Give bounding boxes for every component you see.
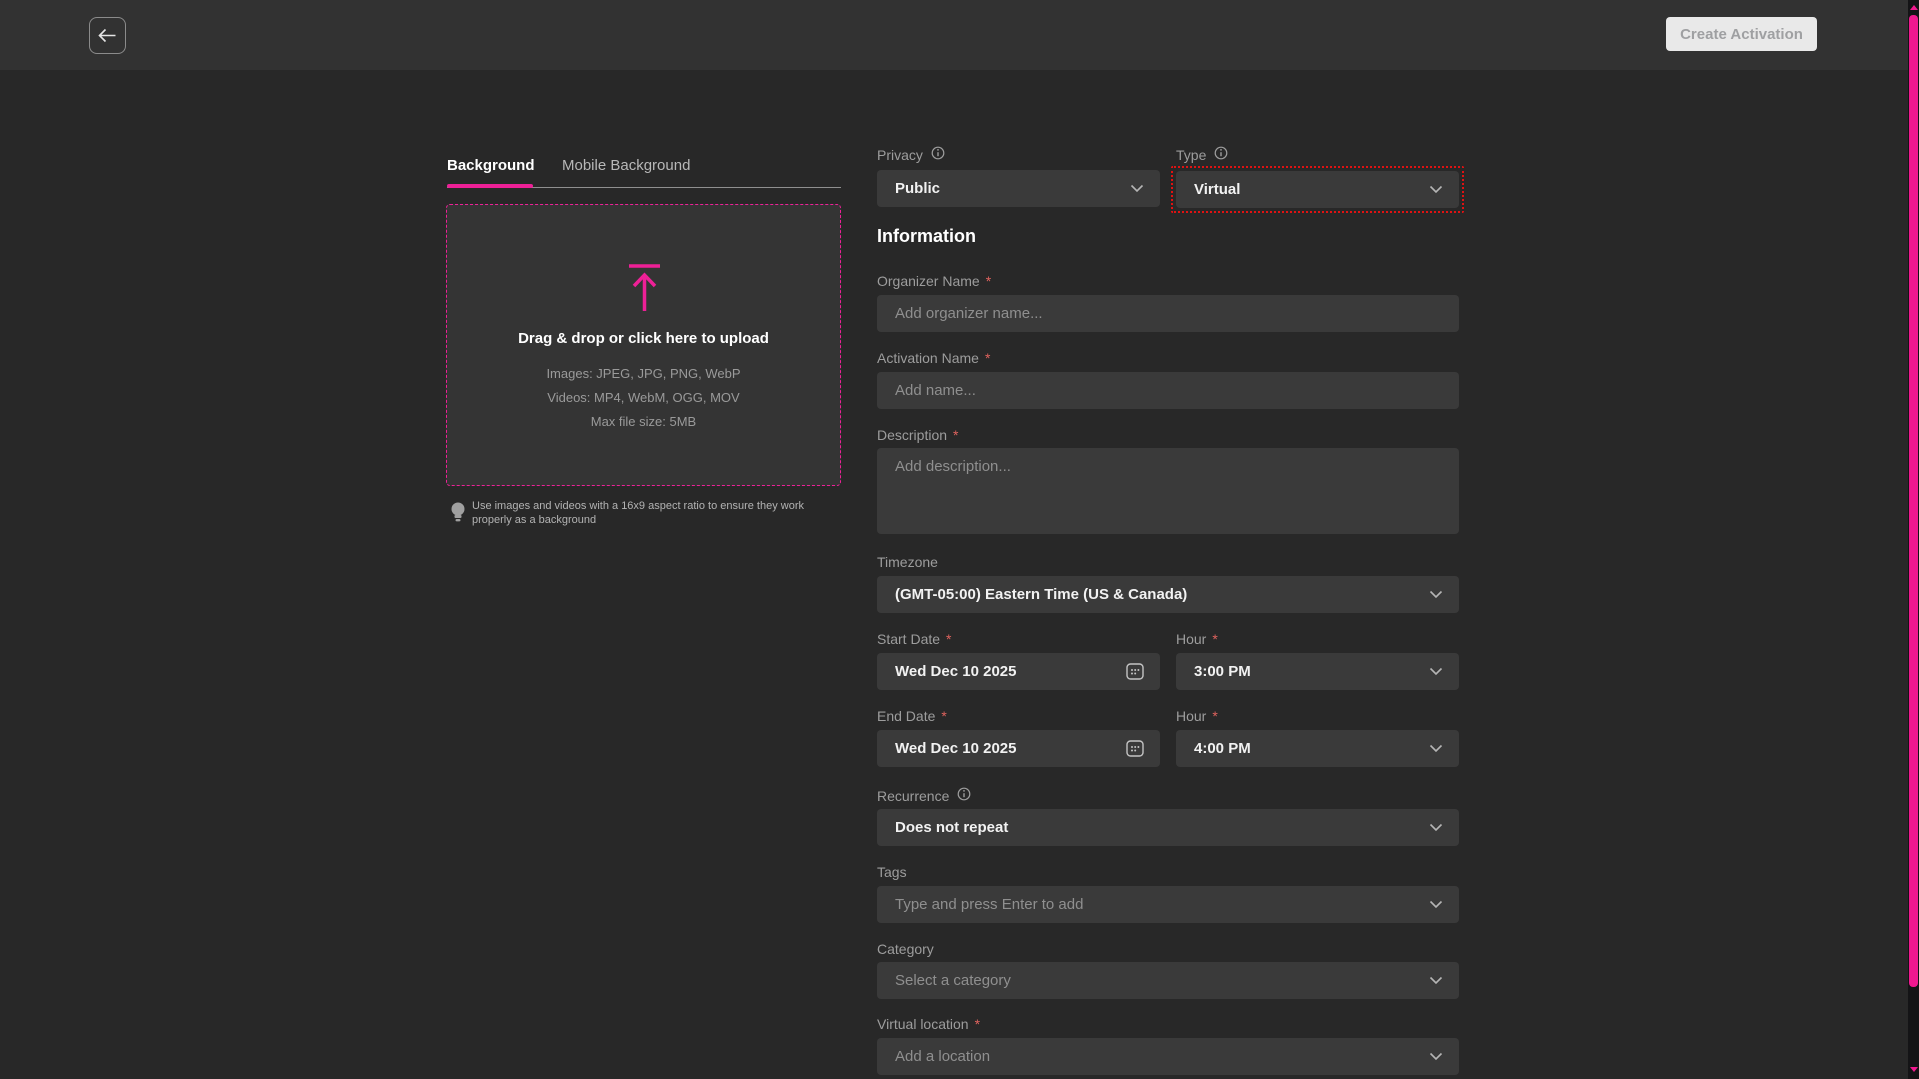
required-marker: * xyxy=(941,708,946,724)
tags-label: Tags xyxy=(877,863,907,880)
recurrence-label: Recurrence xyxy=(877,787,971,804)
privacy-label: Privacy xyxy=(877,146,945,163)
required-marker: * xyxy=(1212,708,1217,724)
upload-images-formats: Images: JPEG, JPG, PNG, WebP xyxy=(447,366,840,381)
privacy-select[interactable]: Public xyxy=(877,170,1160,207)
vertical-scrollbar[interactable] xyxy=(1908,0,1919,1079)
scrollbar-thumb[interactable] xyxy=(1909,15,1918,987)
create-activation-button[interactable]: Create Activation xyxy=(1666,17,1817,51)
calendar-icon xyxy=(1126,663,1144,680)
chevron-down-icon xyxy=(1429,185,1443,194)
end-hour-select[interactable]: 4:00 PM xyxy=(1176,730,1459,767)
category-select[interactable]: Select a category xyxy=(877,962,1459,999)
info-icon[interactable] xyxy=(957,787,971,804)
active-tab-underline xyxy=(447,184,533,188)
end-hour-label: Hour * xyxy=(1176,707,1218,724)
arrow-left-icon xyxy=(98,28,117,43)
chevron-down-icon xyxy=(1429,590,1443,599)
chevron-down-icon xyxy=(1429,976,1443,985)
upload-max-size: Max file size: 5MB xyxy=(447,414,840,429)
create-activation-page: Create Activation Background Mobile Back… xyxy=(0,0,1919,1079)
tip-text: Use images and videos with a 16x9 aspect… xyxy=(472,499,824,529)
start-date-label: Start Date * xyxy=(877,630,951,647)
info-icon[interactable] xyxy=(1214,146,1228,163)
type-select[interactable]: Virtual xyxy=(1176,171,1459,208)
lightbulb-icon xyxy=(450,501,466,529)
chevron-down-icon xyxy=(1429,667,1443,676)
end-date-label: End Date * xyxy=(877,707,947,724)
organizer-name-label: Organizer Name * xyxy=(877,272,991,289)
back-button[interactable] xyxy=(89,17,126,54)
activation-name-input[interactable] xyxy=(877,372,1459,409)
scrollbar-down-arrow[interactable] xyxy=(1910,1067,1918,1072)
required-marker: * xyxy=(953,427,958,443)
type-label: Type xyxy=(1176,146,1228,163)
timezone-select[interactable]: (GMT-05:00) Eastern Time (US & Canada) xyxy=(877,576,1459,613)
recurrence-select[interactable]: Does not repeat xyxy=(877,809,1459,846)
tags-input[interactable]: Type and press Enter to add xyxy=(877,886,1459,923)
required-marker: * xyxy=(946,631,951,647)
upload-dropzone[interactable]: Drag & drop or click here to upload Imag… xyxy=(446,204,841,486)
scrollbar-up-arrow[interactable] xyxy=(1910,5,1918,10)
required-marker: * xyxy=(1212,631,1217,647)
tab-background[interactable]: Background xyxy=(447,157,535,174)
tab-mobile-background[interactable]: Mobile Background xyxy=(562,157,690,174)
topbar: Create Activation xyxy=(0,0,1919,70)
chevron-down-icon xyxy=(1429,823,1443,832)
info-icon[interactable] xyxy=(931,146,945,163)
chevron-down-icon xyxy=(1429,1052,1443,1061)
required-marker: * xyxy=(986,273,991,289)
aspect-ratio-tip: Use images and videos with a 16x9 aspect… xyxy=(450,499,830,529)
required-marker: * xyxy=(985,350,990,366)
virtual-location-label: Virtual location * xyxy=(877,1015,980,1032)
upload-videos-formats: Videos: MP4, WebM, OGG, MOV xyxy=(447,390,840,405)
end-date-picker[interactable]: Wed Dec 10 2025 xyxy=(877,730,1160,767)
information-section-title: Information xyxy=(877,226,976,247)
start-date-picker[interactable]: Wed Dec 10 2025 xyxy=(877,653,1160,690)
chevron-down-icon xyxy=(1429,744,1443,753)
organizer-name-input[interactable] xyxy=(877,295,1459,332)
timezone-label: Timezone xyxy=(877,553,938,570)
required-marker: * xyxy=(975,1016,980,1032)
calendar-icon xyxy=(1126,740,1144,757)
chevron-down-icon xyxy=(1130,184,1144,193)
start-hour-label: Hour * xyxy=(1176,630,1218,647)
activation-name-label: Activation Name * xyxy=(877,349,990,366)
category-label: Category xyxy=(877,940,934,957)
description-textarea[interactable] xyxy=(877,448,1459,534)
start-hour-select[interactable]: 3:00 PM xyxy=(1176,653,1459,690)
upload-title: Drag & drop or click here to upload xyxy=(447,330,840,347)
virtual-location-select[interactable]: Add a location xyxy=(877,1038,1459,1075)
description-label: Description * xyxy=(877,426,958,443)
upload-arrow-icon xyxy=(626,263,663,320)
chevron-down-icon xyxy=(1429,900,1443,909)
